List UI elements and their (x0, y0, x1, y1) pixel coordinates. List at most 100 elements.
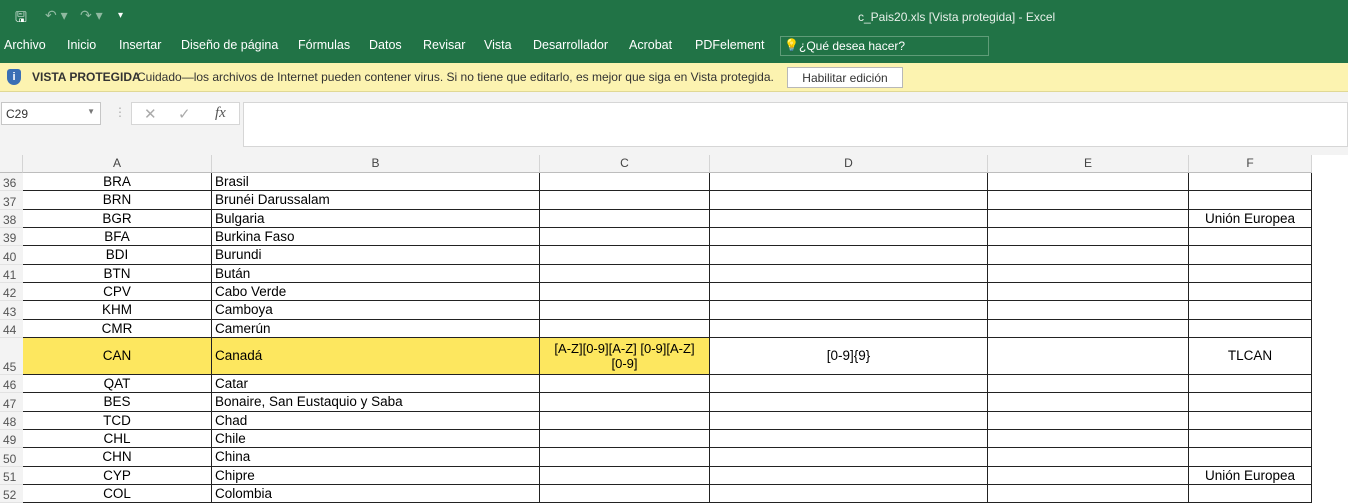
cell-c48[interactable] (540, 411, 710, 430)
formula-input[interactable] (243, 102, 1348, 147)
row-header[interactable]: 47 (0, 393, 23, 412)
cell-c43[interactable] (540, 301, 710, 320)
cell-e40[interactable] (988, 246, 1189, 265)
column-header-b[interactable]: B (212, 155, 540, 173)
tab-formulas[interactable]: Fórmulas (298, 38, 350, 52)
cell-b36[interactable]: Brasil (212, 173, 540, 192)
cell-b49[interactable]: Chile (212, 429, 540, 449)
cell-e51[interactable] (988, 466, 1189, 485)
column-header-a[interactable]: A (23, 155, 212, 173)
cell-a49[interactable]: CHL (23, 429, 212, 449)
cell-c49[interactable] (540, 429, 710, 449)
tab-desarrollador[interactable]: Desarrollador (533, 38, 608, 52)
row-header[interactable]: 36 (0, 173, 23, 192)
cell-d49[interactable] (710, 429, 988, 449)
tell-me-input[interactable]: 💡 ¿Qué desea hacer? (780, 36, 989, 56)
row-header[interactable]: 40 (0, 246, 23, 265)
row-header[interactable]: 50 (0, 448, 23, 467)
tab-inicio[interactable]: Inicio (67, 38, 96, 52)
cell-f44[interactable] (1189, 319, 1312, 338)
enter-icon[interactable]: ✓ (178, 105, 191, 123)
row-header[interactable]: 51 (0, 466, 23, 485)
cell-e36[interactable] (988, 173, 1189, 192)
cell-e47[interactable] (988, 393, 1189, 412)
cell-b48[interactable]: Chad (212, 411, 540, 430)
cell-b39[interactable]: Burkina Faso (212, 227, 540, 247)
cell-f51[interactable]: Unión Europea (1189, 466, 1312, 485)
cell-a51[interactable]: CYP (23, 466, 212, 485)
row-header[interactable]: 48 (0, 411, 23, 430)
cell-b41[interactable]: Bután (212, 264, 540, 283)
cell-d51[interactable] (710, 466, 988, 485)
cell-f40[interactable] (1189, 246, 1312, 265)
cell-a47[interactable]: BES (23, 393, 212, 412)
cell-c40[interactable] (540, 246, 710, 265)
cell-c46[interactable] (540, 374, 710, 394)
cell-e52[interactable] (988, 484, 1189, 503)
tab-archivo[interactable]: Archivo (4, 38, 46, 52)
cell-d50[interactable] (710, 448, 988, 467)
cell-b37[interactable]: Brunéi Darussalam (212, 191, 540, 210)
cell-e37[interactable] (988, 191, 1189, 210)
cell-e39[interactable] (988, 227, 1189, 247)
cell-c45[interactable]: [A-Z][0-9][A-Z] [0-9][A-Z][0-9] (540, 337, 710, 375)
cell-d48[interactable] (710, 411, 988, 430)
cell-e43[interactable] (988, 301, 1189, 320)
cell-a41[interactable]: BTN (23, 264, 212, 283)
tab-revisar[interactable]: Revisar (423, 38, 465, 52)
drag-handle-icon[interactable]: ⋮ (114, 105, 126, 119)
cell-c50[interactable] (540, 448, 710, 467)
name-box[interactable]: C29 ▼ (1, 102, 101, 125)
cell-e38[interactable] (988, 209, 1189, 228)
cell-d42[interactable] (710, 282, 988, 302)
cell-d41[interactable] (710, 264, 988, 283)
row-header[interactable]: 45 (0, 337, 23, 375)
cell-b47[interactable]: Bonaire, San Eustaquio y Saba (212, 393, 540, 412)
cell-f52[interactable] (1189, 484, 1312, 503)
cell-a45[interactable]: CAN (23, 337, 212, 375)
cell-e44[interactable] (988, 319, 1189, 338)
cell-e49[interactable] (988, 429, 1189, 449)
cell-e48[interactable] (988, 411, 1189, 430)
enable-editing-button[interactable]: Habilitar edición (787, 67, 903, 88)
cell-c37[interactable] (540, 191, 710, 210)
cell-d46[interactable] (710, 374, 988, 394)
cell-f47[interactable] (1189, 393, 1312, 412)
cell-a46[interactable]: QAT (23, 374, 212, 394)
cell-c39[interactable] (540, 227, 710, 247)
row-header[interactable]: 37 (0, 191, 23, 210)
row-header[interactable]: 44 (0, 319, 23, 338)
cell-a39[interactable]: BFA (23, 227, 212, 247)
cell-b51[interactable]: Chipre (212, 466, 540, 485)
cancel-icon[interactable]: ✕ (144, 105, 157, 123)
cell-f39[interactable] (1189, 227, 1312, 247)
tab-datos[interactable]: Datos (369, 38, 402, 52)
save-icon[interactable]: 🖫 (15, 7, 27, 31)
cell-a38[interactable]: BGR (23, 209, 212, 228)
cell-d44[interactable] (710, 319, 988, 338)
cell-d47[interactable] (710, 393, 988, 412)
cell-f43[interactable] (1189, 301, 1312, 320)
tab-insertar[interactable]: Insertar (119, 38, 161, 52)
cell-f48[interactable] (1189, 411, 1312, 430)
cell-a52[interactable]: COL (23, 484, 212, 503)
column-header-f[interactable]: F (1189, 155, 1312, 173)
cell-a37[interactable]: BRN (23, 191, 212, 210)
cell-b42[interactable]: Cabo Verde (212, 282, 540, 302)
redo-icon[interactable]: ↷ ▾ (80, 7, 103, 24)
row-header[interactable]: 52 (0, 484, 23, 503)
cell-c52[interactable] (540, 484, 710, 503)
cell-f49[interactable] (1189, 429, 1312, 449)
row-header[interactable]: 41 (0, 264, 23, 283)
select-all-corner[interactable] (0, 155, 23, 173)
cell-a50[interactable]: CHN (23, 448, 212, 467)
cell-a48[interactable]: TCD (23, 411, 212, 430)
cell-d37[interactable] (710, 191, 988, 210)
undo-icon[interactable]: ↶ ▾ (45, 7, 68, 24)
cell-b38[interactable]: Bulgaria (212, 209, 540, 228)
cell-a44[interactable]: CMR (23, 319, 212, 338)
cell-a42[interactable]: CPV (23, 282, 212, 302)
cell-b52[interactable]: Colombia (212, 484, 540, 503)
row-header[interactable]: 49 (0, 429, 23, 449)
customize-icon[interactable]: ▾ (118, 10, 123, 21)
